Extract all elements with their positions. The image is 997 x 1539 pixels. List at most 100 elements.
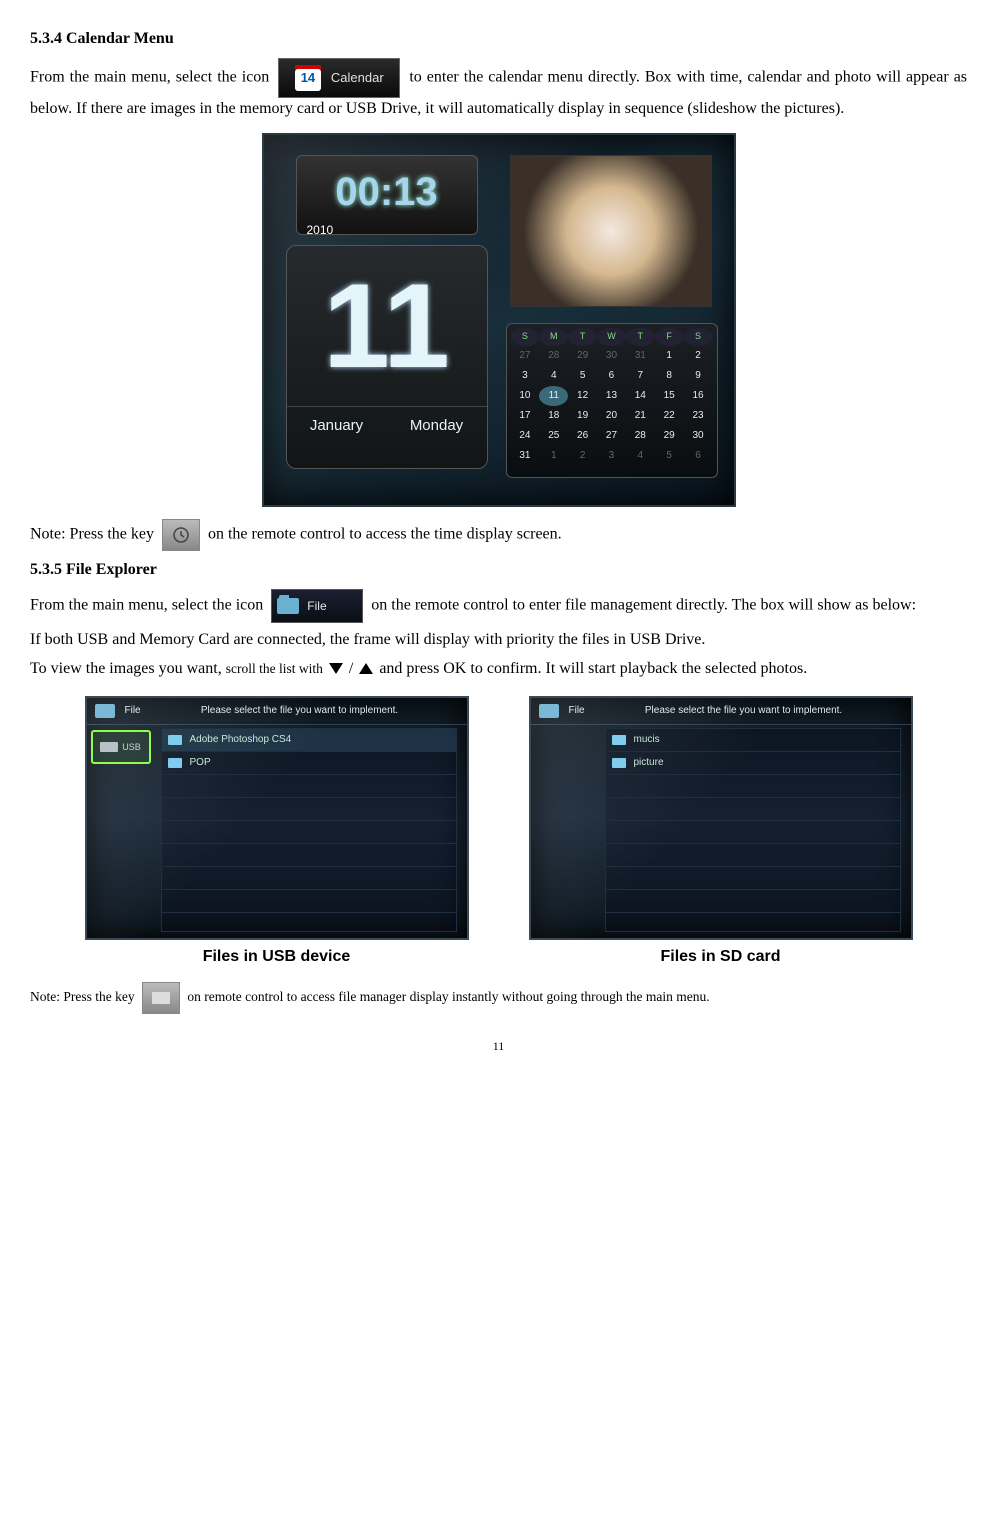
usb-icon: [100, 742, 118, 752]
big-date-panel: 11 January Monday: [286, 245, 488, 469]
explorer-file-list: mucis picture: [605, 728, 901, 932]
explorer-usb: File Please select the file you want to …: [85, 696, 469, 940]
time-key-icon: [162, 519, 200, 551]
explorer-header-label: File: [569, 704, 585, 718]
folder-icon: [612, 735, 626, 745]
calendar-day-cell: 4: [539, 366, 568, 386]
calendar-day-cell: 29: [568, 346, 597, 366]
calendar-day-cell: 7: [626, 366, 655, 386]
time-digits: 00:13: [297, 156, 477, 220]
file-para3-c: and press OK to confirm. It will start p…: [379, 660, 807, 677]
photo-slideshow-panel: [510, 155, 712, 307]
calendar-day-cell: 17: [511, 406, 540, 426]
list-item: [606, 867, 900, 890]
calendar-day-cell: 1: [539, 446, 568, 466]
calendar-day-cell: 13: [597, 386, 626, 406]
calendar-intro-para: From the main menu, select the icon 14 C…: [30, 58, 967, 120]
file-menu-icon: File: [271, 589, 363, 623]
note1-b: on the remote control to access the time…: [208, 525, 562, 542]
calendar-day-cell: 3: [597, 446, 626, 466]
file-para3-b: scroll the list with: [226, 661, 323, 676]
calendar-day-cell: 30: [684, 426, 713, 446]
note1-a: Note: Press the key: [30, 525, 154, 542]
calendar-day-cell: 6: [684, 446, 713, 466]
dow-header: W: [597, 328, 626, 346]
dow-header: T: [626, 328, 655, 346]
list-item[interactable]: Adobe Photoshop CS4: [162, 729, 456, 752]
folder-icon: [277, 598, 299, 614]
calendar-note: Note: Press the key on the remote contro…: [30, 519, 967, 551]
calendar-day-cell: 9: [684, 366, 713, 386]
calendar-day-cell: 1: [655, 346, 684, 366]
calendar-day-cell: 4: [626, 446, 655, 466]
calendar-day-cell: 30: [597, 346, 626, 366]
calendar-day-cell: 12: [568, 386, 597, 406]
list-item: [606, 844, 900, 867]
list-item: [162, 775, 456, 798]
calendar-day-cell: 2: [684, 346, 713, 366]
file-para1-a: From the main menu, select the icon: [30, 597, 263, 614]
month-label: January: [310, 415, 363, 436]
calendar-day-cell: 5: [655, 446, 684, 466]
dow-header: F: [655, 328, 684, 346]
explorer-sd: File Please select the file you want to …: [529, 696, 913, 940]
month-grid: SMTWTFS 27282930311234567891011121314151…: [506, 323, 718, 478]
list-item: [162, 798, 456, 821]
file-para3: To view the images you want, scroll the …: [30, 658, 967, 680]
explorer-sidebar: USB: [91, 730, 151, 798]
arrow-slash: /: [349, 660, 353, 677]
folder-icon: [95, 704, 115, 718]
calendar-day-cell: 31: [511, 446, 540, 466]
explorer-file-list: Adobe Photoshop CS4POP: [161, 728, 457, 932]
up-arrow-icon: [359, 663, 373, 674]
explorer-usb-caption: Files in USB device: [85, 946, 469, 968]
file-para1: From the main menu, select the icon File…: [30, 589, 967, 623]
folder-icon: [168, 758, 182, 768]
calendar-day-cell: 23: [684, 406, 713, 426]
file-key-icon: [142, 982, 180, 1014]
sidebar-item-usb[interactable]: USB: [91, 730, 151, 764]
list-item: [162, 890, 456, 913]
calendar-day-cell: 18: [539, 406, 568, 426]
note2-b: on remote control to access file manager…: [187, 989, 709, 1004]
explorer-header-text: Please select the file you want to imple…: [585, 704, 903, 718]
calendar-day-cell: 28: [539, 346, 568, 366]
dow-header: M: [539, 328, 568, 346]
big-date-number: 11: [287, 246, 487, 406]
folder-icon: [152, 992, 170, 1004]
file-para2: If both USB and Memory Card are connecte…: [30, 629, 967, 651]
calendar-day-cell: 28: [626, 426, 655, 446]
calendar-screenshot: 00:13 2010 11 January Monday SMTWTFS 272…: [262, 133, 736, 507]
list-item[interactable]: POP: [162, 752, 456, 775]
explorer-header-text: Please select the file you want to imple…: [141, 704, 459, 718]
folder-icon: [539, 704, 559, 718]
calendar-day-cell: 8: [655, 366, 684, 386]
list-item-label: picture: [634, 756, 664, 770]
dow-header: S: [511, 328, 540, 346]
section-heading-file-explorer: 5.3.5 File Explorer: [30, 559, 967, 581]
file-icon-label: File: [307, 598, 326, 615]
list-item[interactable]: picture: [606, 752, 900, 775]
calendar-day-cell: 19: [568, 406, 597, 426]
calendar-day-cell: 25: [539, 426, 568, 446]
file-note2: Note: Press the key on remote control to…: [30, 982, 967, 1014]
calendar-day-cell: 3: [511, 366, 540, 386]
page-number: 11: [30, 1038, 967, 1055]
list-item: [606, 775, 900, 798]
calendar-day-cell: 2: [568, 446, 597, 466]
explorer-header: File Please select the file you want to …: [531, 698, 911, 725]
calendar-day-cell: 27: [597, 426, 626, 446]
calendar-menu-icon: 14 Calendar: [278, 58, 400, 98]
section-heading-calendar: 5.3.4 Calendar Menu: [30, 28, 967, 50]
list-item: [162, 844, 456, 867]
folder-icon: [168, 735, 182, 745]
list-item: [606, 821, 900, 844]
calendar-day-cell: 14: [626, 386, 655, 406]
calendar-day-cell: 20: [597, 406, 626, 426]
calendar-day-cell: 24: [511, 426, 540, 446]
dow-header: S: [684, 328, 713, 346]
calendar-icon-day: 14: [295, 65, 321, 91]
file-para1-b: on the remote control to enter file mana…: [371, 597, 916, 614]
list-item[interactable]: mucis: [606, 729, 900, 752]
sidebar-item-label: USB: [122, 741, 141, 754]
